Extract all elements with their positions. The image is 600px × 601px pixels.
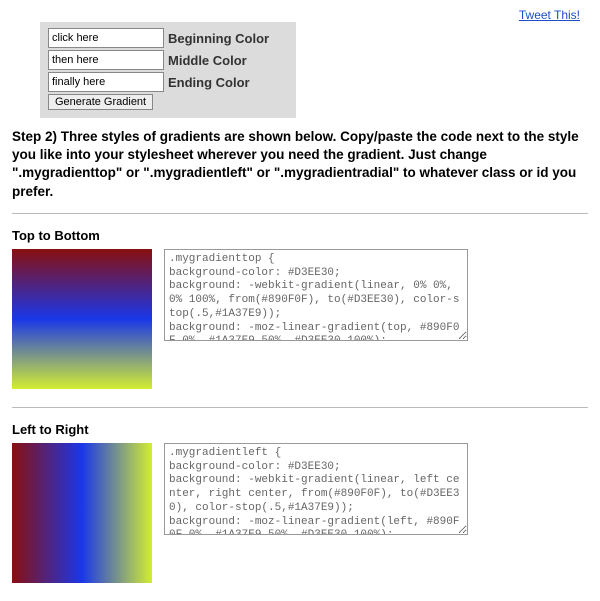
section-title-left: Left to Right	[12, 422, 588, 437]
code-left[interactable]	[164, 443, 468, 535]
divider	[12, 213, 588, 214]
gradient-preview-top	[12, 249, 152, 389]
code-top[interactable]	[164, 249, 468, 341]
section-title-top: Top to Bottom	[12, 228, 588, 243]
middle-color-label: Middle Color	[168, 53, 247, 68]
middle-color-input[interactable]	[48, 50, 164, 70]
tweet-link[interactable]: Tweet This!	[519, 8, 580, 22]
generate-gradient-button[interactable]: Generate Gradient	[48, 94, 153, 110]
beginning-color-label: Beginning Color	[168, 31, 269, 46]
color-input-panel: Beginning Color Middle Color Ending Colo…	[40, 22, 296, 118]
beginning-color-input[interactable]	[48, 28, 164, 48]
ending-color-label: Ending Color	[168, 75, 250, 90]
step2-instructions: Step 2) Three styles of gradients are sh…	[12, 128, 588, 201]
gradient-preview-left	[12, 443, 152, 583]
ending-color-input[interactable]	[48, 72, 164, 92]
divider	[12, 407, 588, 408]
